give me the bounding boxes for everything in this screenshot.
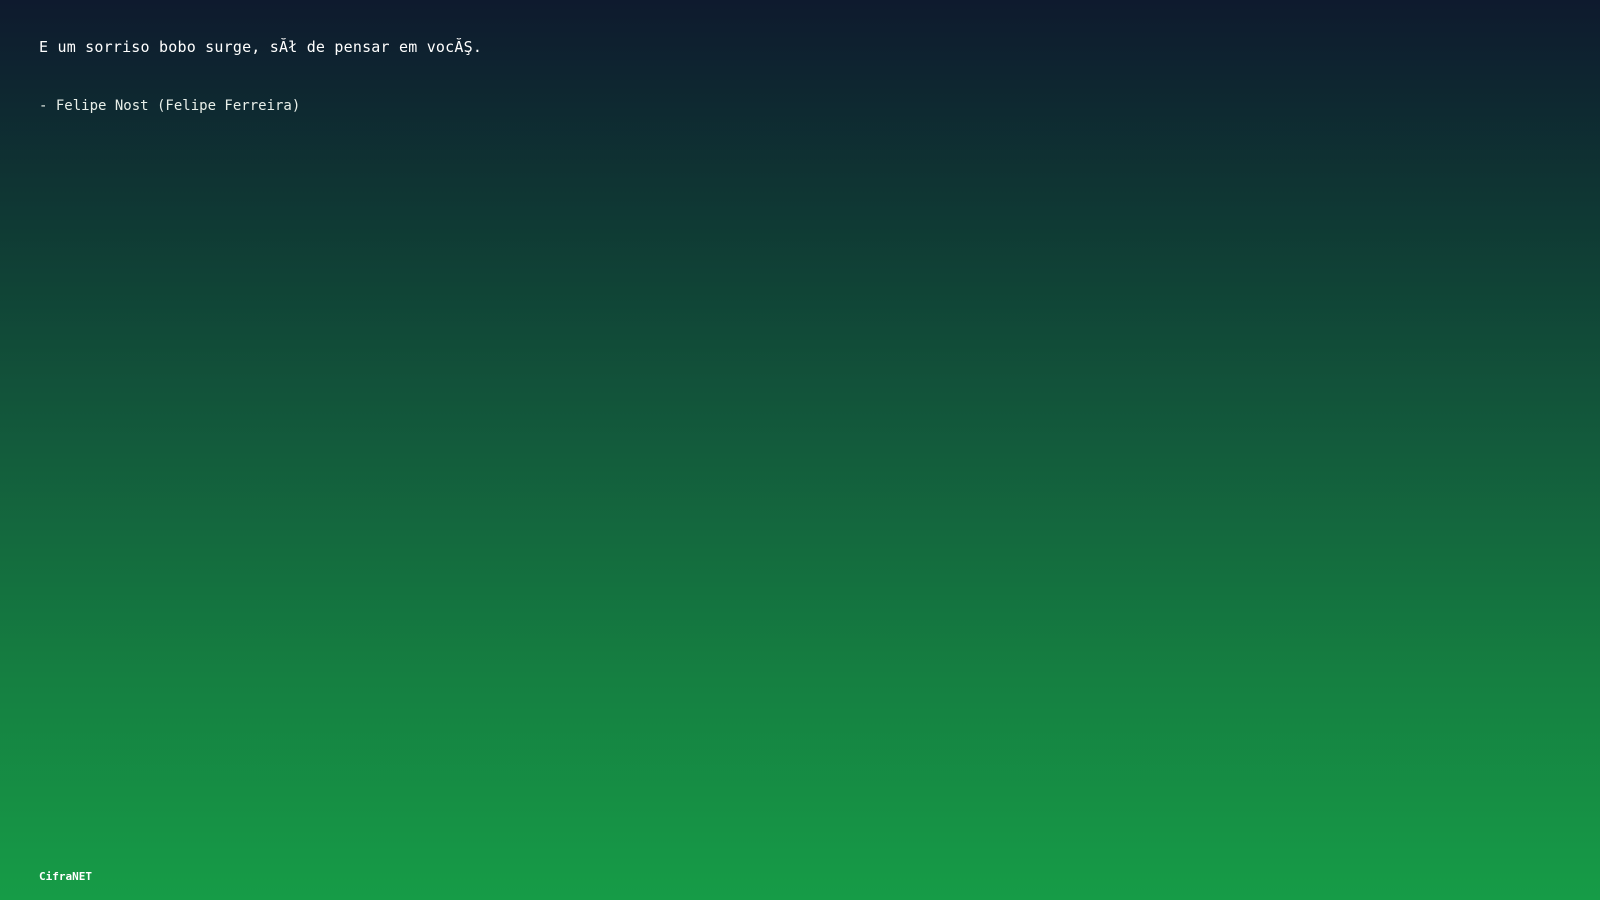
quote-author: - Felipe Nost (Felipe Ferreira) xyxy=(39,98,301,114)
quote-text: E um sorriso bobo surge, sĂł de pensar e… xyxy=(39,38,483,56)
page-background: { "quote": { "text": "E um sorriso bobo … xyxy=(0,0,1600,900)
brand-label: CifraNET xyxy=(39,870,92,883)
